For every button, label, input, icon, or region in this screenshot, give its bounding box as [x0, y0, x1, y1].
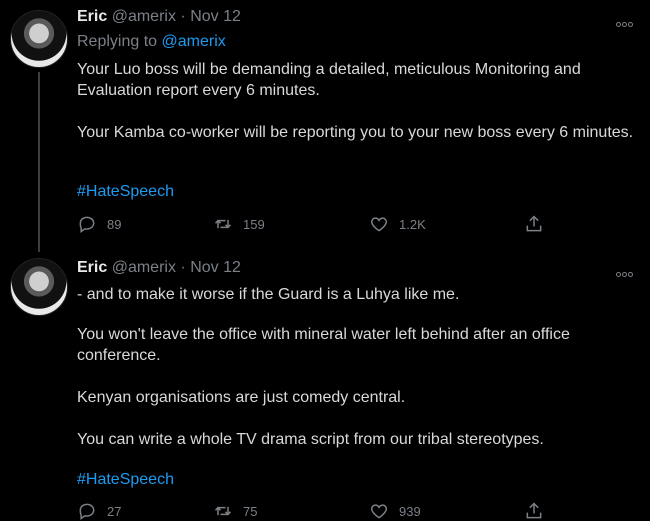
- more-options-icon[interactable]: [616, 14, 636, 27]
- avatar[interactable]: [10, 10, 68, 68]
- like-count: 1.2K: [399, 216, 426, 232]
- author-handle[interactable]: @amerix: [112, 259, 176, 276]
- tweet-header: Eric @amerix · Nov 12: [77, 8, 241, 26]
- tweet-text: - and to make it worse if the Guard is a…: [77, 284, 637, 450]
- tweet-paragraph: Kenyan organisations are just comedy cen…: [77, 389, 406, 406]
- reply-icon: [79, 216, 95, 233]
- reply-count: 27: [107, 503, 122, 519]
- reply-button[interactable]: 27: [77, 501, 121, 521]
- tweet-paragraph: Your Kamba co-worker will be reporting y…: [77, 124, 634, 141]
- thread-connector-line: [38, 72, 40, 252]
- author-name[interactable]: Eric: [77, 259, 107, 276]
- share-icon: [526, 215, 542, 232]
- retweet-icon: [214, 219, 232, 229]
- heart-icon: [370, 504, 388, 519]
- tweet-actions: 89 159 1.2K: [77, 214, 547, 234]
- more-options-icon[interactable]: [616, 264, 636, 277]
- share-button[interactable]: [524, 214, 554, 234]
- retweet-button[interactable]: 75: [213, 501, 257, 521]
- tweet-1[interactable]: Eric @amerix · Nov 12 Replying to @ameri…: [0, 0, 650, 252]
- replying-to-label: Replying to: [77, 33, 158, 50]
- tweet-2[interactable]: Eric @amerix · Nov 12 - and to make it w…: [0, 248, 650, 521]
- separator-dot: ·: [180, 8, 186, 25]
- like-button[interactable]: 1.2K: [369, 214, 426, 234]
- tweet-date[interactable]: Nov 12: [190, 259, 241, 276]
- tweet-paragraph: You can write a whole TV drama script fr…: [77, 431, 544, 448]
- retweet-icon: [214, 506, 232, 516]
- tweet-date[interactable]: Nov 12: [190, 8, 241, 25]
- separator-dot: ·: [180, 259, 186, 276]
- reply-count: 89: [107, 216, 122, 232]
- retweet-count: 75: [243, 503, 258, 519]
- tweet-paragraph: You won't leave the office with mineral …: [77, 326, 570, 364]
- reply-button[interactable]: 89: [77, 214, 121, 234]
- retweet-count: 159: [243, 216, 265, 232]
- heart-icon: [370, 217, 388, 232]
- hashtag-link[interactable]: #HateSpeech: [77, 183, 174, 201]
- hashtag-link[interactable]: #HateSpeech: [77, 471, 174, 489]
- tweet-paragraph: - and to make it worse if the Guard is a…: [77, 286, 460, 303]
- avatar[interactable]: [10, 258, 68, 316]
- tweet-text: Your Luo boss will be demanding a detail…: [77, 59, 637, 143]
- tweet-actions: 27 75 939: [77, 501, 547, 521]
- like-button[interactable]: 939: [369, 501, 421, 521]
- author-handle[interactable]: @amerix: [112, 8, 176, 25]
- retweet-button[interactable]: 159: [213, 214, 265, 234]
- share-icon: [526, 502, 542, 519]
- like-count: 939: [399, 503, 421, 519]
- tweet-header: Eric @amerix · Nov 12: [77, 259, 241, 277]
- author-name[interactable]: Eric: [77, 8, 107, 25]
- replying-to-handle[interactable]: @amerix: [162, 33, 226, 50]
- tweet-paragraph: Your Luo boss will be demanding a detail…: [77, 61, 581, 99]
- replying-to-line: Replying to @amerix: [77, 33, 226, 51]
- reply-icon: [79, 503, 95, 520]
- share-button[interactable]: [524, 501, 554, 521]
